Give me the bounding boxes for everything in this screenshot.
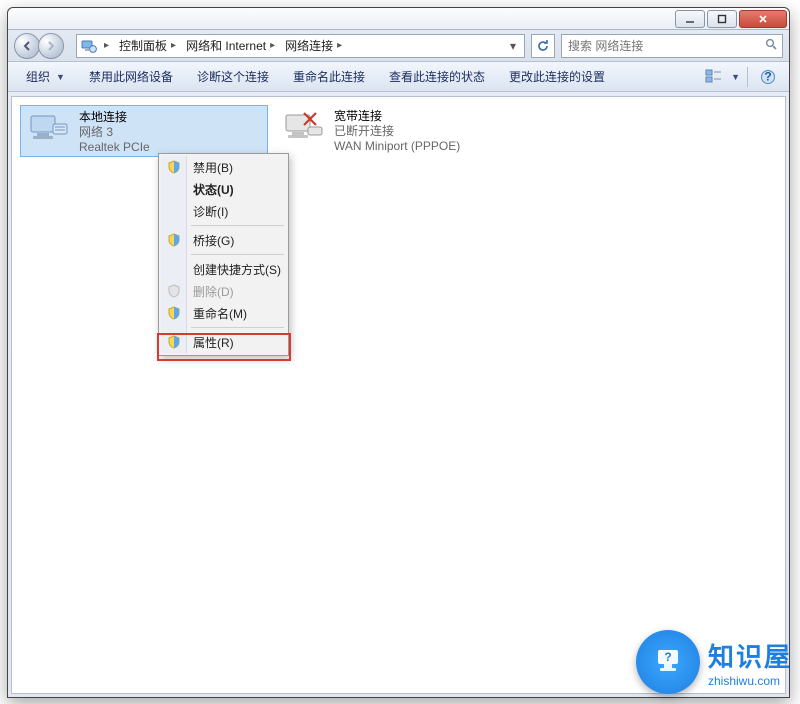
- menu-bridge[interactable]: 桥接(G): [161, 229, 286, 251]
- maximize-button[interactable]: [707, 10, 737, 28]
- address-bar[interactable]: ▸ 控制面板▸ 网络和 Internet▸ 网络连接▸ ▾: [76, 34, 525, 58]
- lan-icon: [25, 110, 73, 150]
- menu-status[interactable]: 状态(U): [161, 178, 286, 200]
- nav-back-button[interactable]: [14, 33, 40, 59]
- minimize-button[interactable]: [675, 10, 705, 28]
- connection-item-broadband[interactable]: 宽带连接 已断开连接 WAN Miniport (PPPOE): [276, 105, 524, 157]
- item-sub2: Realtek PCIe: [79, 140, 150, 155]
- toolbar-rename[interactable]: 重命名此连接: [283, 64, 375, 90]
- titlebar: [8, 8, 789, 30]
- item-title: 本地连接: [79, 110, 150, 125]
- connection-item-local[interactable]: 本地连接 网络 3 Realtek PCIe: [20, 105, 268, 157]
- toolbar-disable-device[interactable]: 禁用此网络设备: [79, 64, 183, 90]
- breadcrumb-network-connections[interactable]: 网络连接▸: [281, 35, 346, 57]
- item-title: 宽带连接: [334, 109, 460, 124]
- menu-properties[interactable]: 属性(R): [161, 331, 286, 353]
- refresh-button[interactable]: [531, 34, 555, 58]
- toolbar-status[interactable]: 查看此连接的状态: [379, 64, 495, 90]
- view-button[interactable]: [701, 64, 727, 90]
- menu-shortcut[interactable]: 创建快捷方式(S): [161, 258, 286, 280]
- search-input[interactable]: [566, 38, 761, 54]
- address-dropdown[interactable]: ▾: [505, 39, 521, 53]
- shield-icon: [166, 305, 182, 321]
- menu-divider: [191, 327, 284, 328]
- address-row: ▸ 控制面板▸ 网络和 Internet▸ 网络连接▸ ▾: [8, 30, 789, 62]
- search-box[interactable]: [561, 34, 783, 58]
- item-sub2: WAN Miniport (PPPOE): [334, 139, 460, 154]
- menu-disable[interactable]: 禁用(B): [161, 156, 286, 178]
- svg-text:?: ?: [664, 650, 671, 664]
- shield-icon: [166, 283, 182, 299]
- search-icon: [765, 38, 778, 54]
- menu-divider: [191, 225, 284, 226]
- svg-text:?: ?: [764, 69, 771, 83]
- menu-diagnose[interactable]: 诊断(I): [161, 200, 286, 222]
- watermark-title: 知识屋: [708, 637, 792, 674]
- explorer-window: ▸ 控制面板▸ 网络和 Internet▸ 网络连接▸ ▾ 组织▼ 禁用此网络设…: [7, 7, 790, 698]
- menu-delete: 删除(D): [161, 280, 286, 302]
- watermark: ? 知识屋 zhishiwu.com: [636, 630, 792, 694]
- menu-rename[interactable]: 重命名(M): [161, 302, 286, 324]
- watermark-url: zhishiwu.com: [708, 674, 780, 688]
- context-menu: 禁用(B) 状态(U) 诊断(I) 桥接(G) 创建快捷方式(S) 删除(D) …: [158, 153, 289, 356]
- item-sub1: 已断开连接: [334, 124, 460, 139]
- help-button[interactable]: ?: [755, 64, 781, 90]
- location-icon: [80, 37, 98, 55]
- toolbar-organize[interactable]: 组织▼: [16, 64, 75, 90]
- item-sub1: 网络 3: [79, 125, 150, 140]
- breadcrumb-root-chevron[interactable]: ▸: [100, 35, 113, 57]
- close-button[interactable]: [739, 10, 787, 28]
- shield-icon: [166, 232, 182, 248]
- breadcrumb-network-internet[interactable]: 网络和 Internet▸: [182, 35, 279, 57]
- nav-buttons: [14, 33, 70, 59]
- toolbar: 组织▼ 禁用此网络设备 诊断这个连接 重命名此连接 查看此连接的状态 更改此连接…: [8, 62, 789, 92]
- toolbar-settings[interactable]: 更改此连接的设置: [499, 64, 615, 90]
- menu-divider: [191, 254, 284, 255]
- nav-forward-button[interactable]: [38, 33, 64, 59]
- wan-icon: [280, 109, 328, 149]
- breadcrumb-control-panel[interactable]: 控制面板▸: [115, 35, 180, 57]
- shield-icon: [166, 334, 182, 350]
- watermark-badge: ?: [636, 630, 700, 694]
- toolbar-diagnose[interactable]: 诊断这个连接: [187, 64, 279, 90]
- content-area[interactable]: 本地连接 网络 3 Realtek PCIe 宽带连接 已断开连接 WAN Mi…: [11, 96, 786, 694]
- shield-icon: [166, 159, 182, 175]
